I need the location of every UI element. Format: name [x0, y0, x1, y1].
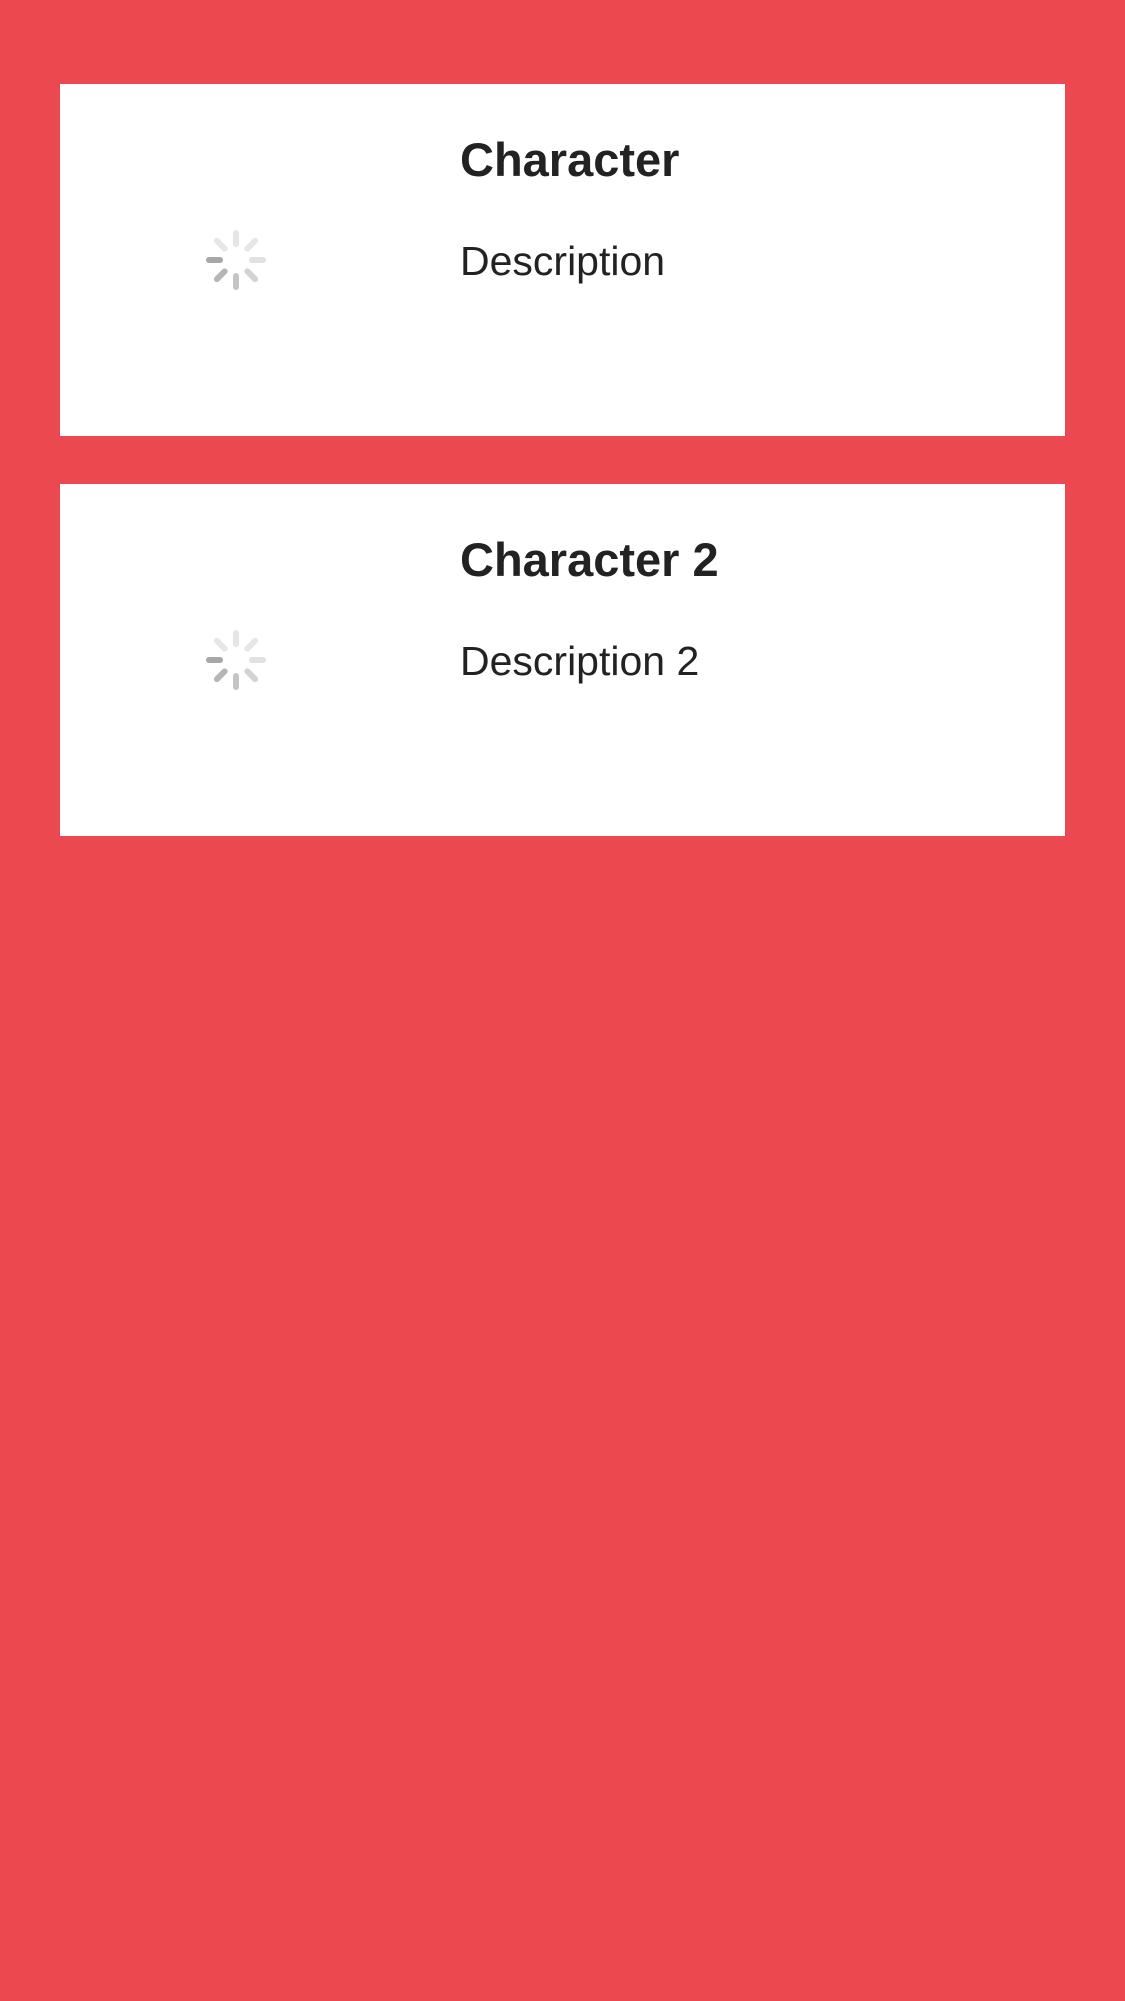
spinner-icon: [205, 229, 267, 291]
character-list: Character Description Character 2 Descri…: [60, 84, 1065, 884]
screen: { "theme": { "background": "#EB4850", "c…: [0, 0, 1125, 2001]
spinner-icon: [205, 629, 267, 691]
character-name: Character: [460, 133, 680, 186]
character-description: Description 2: [460, 638, 700, 684]
character-card[interactable]: Character Description: [60, 84, 1065, 436]
character-name: Character 2: [460, 533, 719, 586]
character-description: Description: [460, 238, 666, 284]
character-card[interactable]: Character 2 Description 2: [60, 484, 1065, 836]
